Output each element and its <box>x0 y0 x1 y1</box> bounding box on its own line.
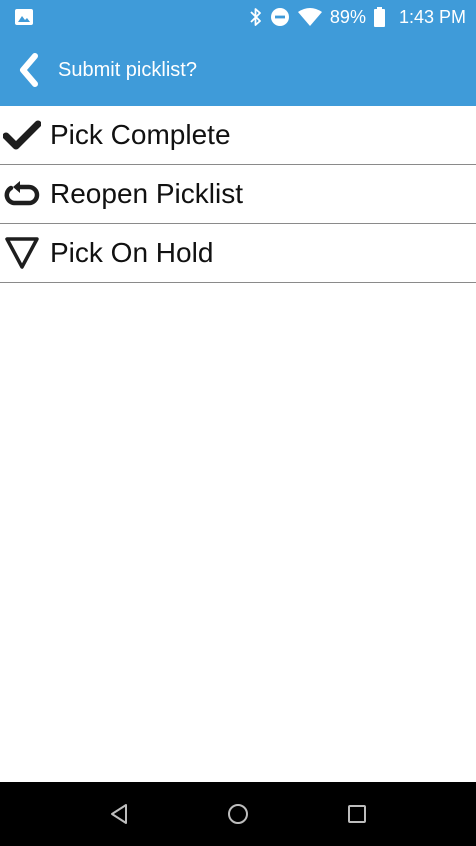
app-header: 89% 1:43 PM Submit picklist? <box>0 0 476 106</box>
reopen-picklist-option[interactable]: Reopen Picklist <box>0 165 476 224</box>
nav-back-button[interactable] <box>107 802 131 826</box>
status-bar: 89% 1:43 PM <box>0 0 476 34</box>
triangle-back-icon <box>111 804 127 824</box>
battery-percentage: 89% <box>329 7 366 27</box>
back-button[interactable] <box>0 34 58 106</box>
pick-complete-option[interactable]: Pick Complete <box>0 106 476 165</box>
action-list: Pick Complete Reopen Picklist Pick On Ho… <box>0 106 476 283</box>
pick-complete-label: Pick Complete <box>50 119 231 150</box>
pick-on-hold-label: Pick On Hold <box>50 237 214 268</box>
status-indicators: 89% 1:43 PM <box>250 0 466 34</box>
reopen-picklist-label: Reopen Picklist <box>50 178 243 209</box>
down-triangle-icon <box>0 224 44 282</box>
chevron-left-icon <box>20 53 38 87</box>
do-not-disturb-icon <box>270 8 289 26</box>
image-notification-icon <box>15 9 33 25</box>
clock-time: 1:43 PM <box>398 7 466 27</box>
toolbar: Submit picklist? <box>0 34 476 106</box>
bluetooth-icon <box>250 8 261 26</box>
square-recents-icon <box>348 805 366 823</box>
system-navigation-bar <box>0 782 476 846</box>
nav-recents-button[interactable] <box>345 802 369 826</box>
pick-on-hold-option[interactable]: Pick On Hold <box>0 224 476 283</box>
page-title: Submit picklist? <box>58 58 197 81</box>
circle-home-icon <box>228 804 248 824</box>
nav-home-button[interactable] <box>226 802 250 826</box>
battery-icon <box>373 7 385 27</box>
checkmark-icon <box>0 106 44 164</box>
reopen-loop-icon <box>0 165 44 223</box>
wifi-icon <box>297 8 322 26</box>
